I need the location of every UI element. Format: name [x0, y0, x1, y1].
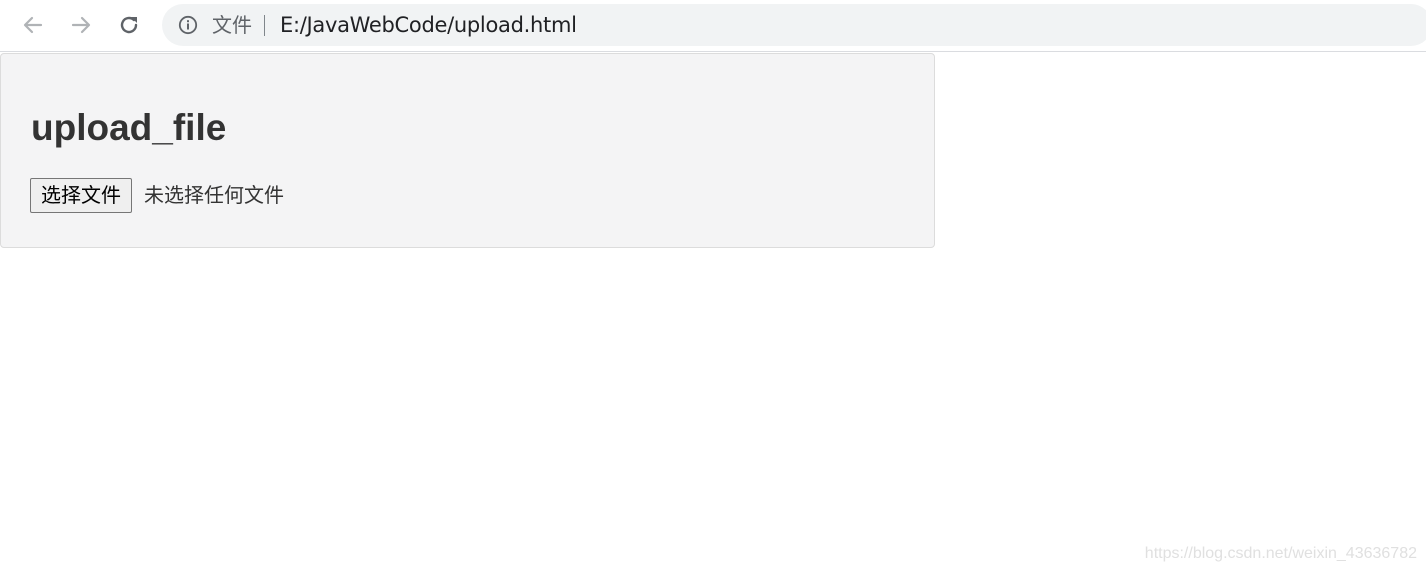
address-bar[interactable]: 文件 E:/JavaWebCode/upload.html [162, 4, 1426, 46]
arrow-left-icon [22, 14, 44, 36]
info-icon[interactable] [178, 15, 198, 35]
choose-file-button[interactable]: 选择文件 [30, 178, 132, 213]
page-title: upload_file [31, 107, 227, 148]
watermark: https://blog.csdn.net/weixin_43636782 [1144, 545, 1417, 562]
file-status-text: 未选择任何文件 [144, 183, 284, 207]
forward-button[interactable] [66, 10, 96, 40]
reload-icon [118, 14, 140, 36]
scheme-label: 文件 [212, 13, 252, 37]
upload-panel: upload_file 选择文件 未选择任何文件 [0, 53, 935, 248]
browser-toolbar: 文件 E:/JavaWebCode/upload.html [0, 0, 1426, 52]
back-button[interactable] [18, 10, 48, 40]
reload-button[interactable] [114, 10, 144, 40]
address-separator [264, 15, 265, 36]
url-text[interactable]: E:/JavaWebCode/upload.html [280, 13, 577, 37]
arrow-right-icon [70, 14, 92, 36]
